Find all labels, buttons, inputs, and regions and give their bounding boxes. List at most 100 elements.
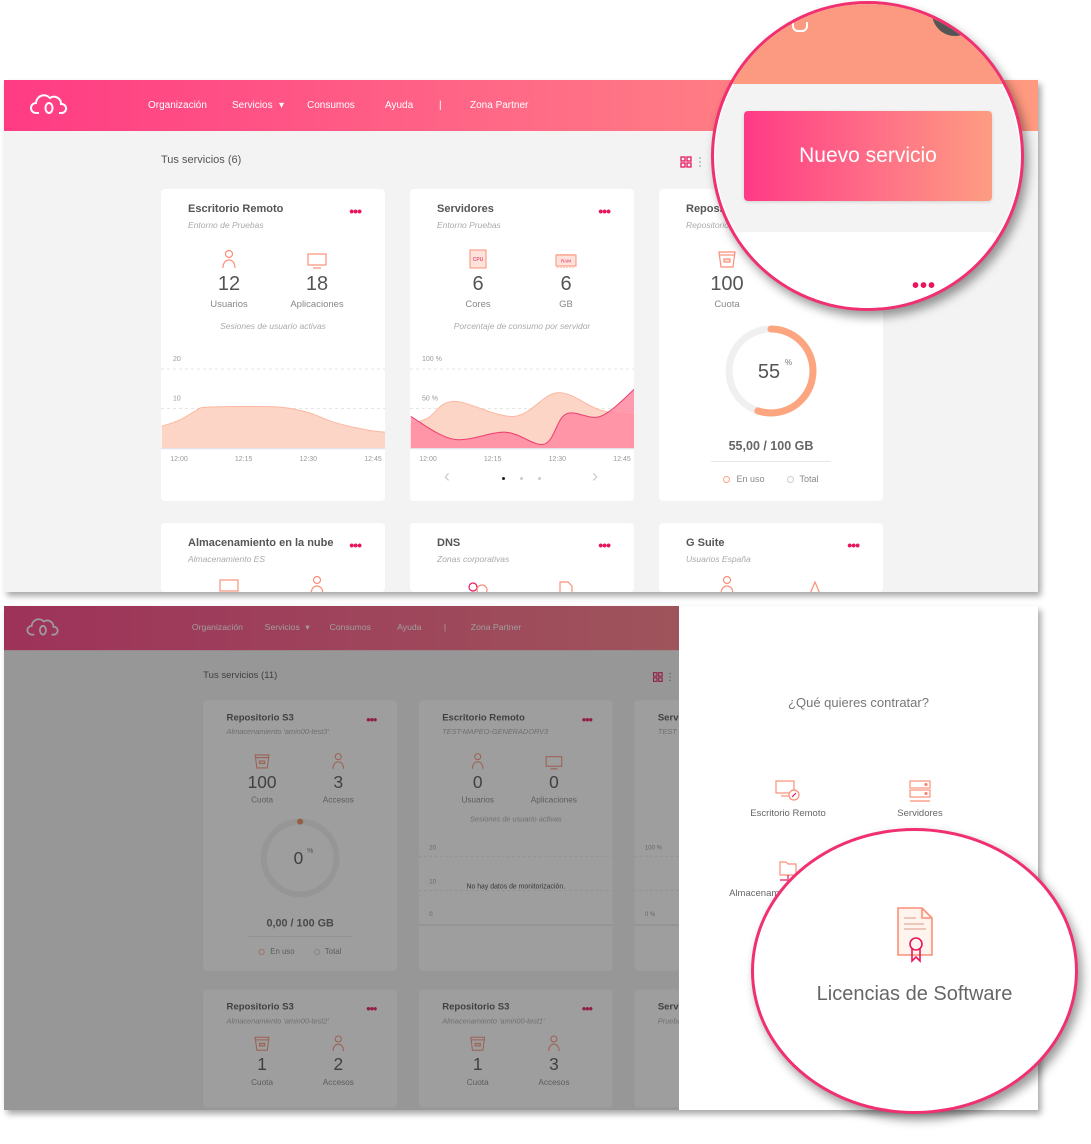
usage-chart: 0102012:0012:1512:3012:45 <box>161 356 385 463</box>
option-label: Escritorio Remoto <box>750 808 826 819</box>
stat-value: 6 <box>560 273 572 295</box>
option-label: Servidores <box>897 808 943 819</box>
percent-value: 55 <box>758 361 780 383</box>
card-subtitle: Zonas corporativas <box>437 554 510 564</box>
drawer-question: ¿Qué quieres contratar? <box>788 695 929 710</box>
x-tick-label: 12:30 <box>300 456 318 463</box>
remote-desktop-icon <box>723 774 853 802</box>
drive-icon <box>785 573 845 592</box>
legend-item: En uso <box>723 474 765 484</box>
nav-item-servicios[interactable]: Servicios <box>232 100 273 111</box>
chevron-left-icon[interactable]: ‹ <box>444 467 450 485</box>
stat-value: 12 <box>217 273 241 295</box>
svg-text:CPU: CPU <box>473 257 484 263</box>
stat-item <box>536 573 596 592</box>
card-title: Escritorio Remoto <box>188 203 284 215</box>
series-area <box>161 406 385 448</box>
document-icon <box>536 573 596 592</box>
new-service-button[interactable]: Nuevo servicio <box>744 111 992 201</box>
nav-item-organizacion[interactable]: Organización <box>148 100 207 111</box>
percent-unit: % <box>785 358 792 367</box>
stat-item: 18 Aplicaciones <box>287 247 347 310</box>
card-stats: 12 Usuarios 18 Aplicaciones <box>161 247 385 310</box>
svg-text:RAM: RAM <box>561 259 571 264</box>
y-tick-label: 20 <box>173 356 181 363</box>
stat-item <box>697 573 757 592</box>
user-icon <box>199 247 259 269</box>
x-tick-label: 12:45 <box>364 456 382 463</box>
card-subtitle: Entorno de Pruebas <box>188 220 264 230</box>
grid-view-icon[interactable] <box>680 155 692 173</box>
nav-item-consumos[interactable]: Consumos <box>307 100 355 111</box>
card-stats <box>659 573 883 592</box>
more-options-icon[interactable]: ••• <box>349 203 362 219</box>
view-toggle <box>680 155 710 173</box>
list-view-icon[interactable] <box>698 155 710 173</box>
x-tick-label: 12:15 <box>235 456 253 463</box>
modal-overlay[interactable] <box>4 606 679 1110</box>
nav-separator: | <box>439 100 442 111</box>
user-icon <box>697 573 757 592</box>
avatar[interactable] <box>932 4 978 36</box>
services-count-title: Tus servicios (6) <box>161 154 242 166</box>
card-stats <box>161 573 385 592</box>
nav-item-ayuda[interactable]: Ayuda <box>385 100 413 111</box>
more-options-icon[interactable]: ••• <box>598 537 611 553</box>
option-label: Licencias de Software <box>816 983 1013 1005</box>
stat-item: RAM 6 GB <box>536 247 596 310</box>
x-tick-label: 12:45 <box>613 456 631 463</box>
magnifier-software-licenses: Licencias de Software <box>751 828 1078 1114</box>
pager-dot[interactable] <box>538 477 541 480</box>
service-card[interactable]: DNS Zonas corporativas ••• <box>410 523 634 592</box>
more-options-icon[interactable]: ••• <box>349 537 362 553</box>
stat-item: CPU 6 Cores <box>448 247 508 310</box>
storage-used: 55,00 / 100 GB <box>728 439 814 453</box>
service-card[interactable]: G Suite Usuarios España ••• <box>659 523 883 592</box>
stat-value: 6 <box>472 273 484 295</box>
card-subtitle: Repositorio <box>686 220 729 230</box>
header-magnified <box>714 4 1021 84</box>
y-tick-label: 100 % <box>422 356 442 363</box>
x-tick-label: 12:00 <box>170 456 188 463</box>
service-card[interactable]: Servidores Entorno Pruebas ••• CPU 6 Cores RAM… <box>410 189 634 501</box>
chart-caption: Sesiones de usuario activas <box>220 321 326 331</box>
monitor-icon <box>287 247 347 269</box>
stat-label: Aplicaciones <box>290 299 344 310</box>
card-title: DNS <box>437 537 461 549</box>
globe-icon <box>448 573 508 592</box>
card-subtitle: Usuarios España <box>686 554 751 564</box>
stat-item <box>785 573 845 592</box>
more-options-icon[interactable]: ••• <box>598 203 611 219</box>
stat-item: 12 Usuarios <box>199 247 259 310</box>
nav-item-zona-partner[interactable]: Zona Partner <box>470 100 528 111</box>
stat-label: Cores <box>465 299 491 310</box>
stat-label: Usuarios <box>210 299 248 310</box>
chevron-right-icon[interactable]: › <box>592 467 598 485</box>
pager-dot[interactable] <box>502 477 505 480</box>
software-licenses-option[interactable]: Licencias de Software <box>754 906 1075 1006</box>
chevron-down-icon[interactable]: ▾ <box>279 100 284 111</box>
x-tick-label: 12:30 <box>549 456 567 463</box>
x-tick-label: 12:15 <box>484 456 502 463</box>
monitor-icon <box>199 573 259 592</box>
usage-donut: 55% <box>725 325 817 417</box>
bell-icon[interactable] <box>792 22 808 32</box>
service-option[interactable]: Servidores <box>855 774 985 819</box>
card-title: Almacenamiento en la nube <box>188 537 334 549</box>
service-option[interactable]: Escritorio Remoto <box>723 774 853 819</box>
service-card[interactable]: Almacenamiento en la nube Almacenamiento … <box>161 523 385 592</box>
card-title: Servidores <box>437 203 494 215</box>
donut-legend: En uso Total <box>659 474 883 484</box>
stat-item <box>287 573 347 592</box>
magnifier-new-service: Nuevo servicio ••• <box>711 1 1024 311</box>
card-subtitle: Entorno Pruebas <box>437 220 501 230</box>
cloud-logo-icon[interactable] <box>30 93 68 120</box>
cpu-icon: CPU <box>448 247 508 269</box>
pager-dot[interactable] <box>520 477 523 480</box>
more-options-icon[interactable]: ••• <box>847 537 860 553</box>
service-card[interactable]: Escritorio Remoto Entorno de Pruebas ••• 12… <box>161 189 385 501</box>
legend-label: Total <box>799 474 819 484</box>
card-stats: CPU 6 Cores RAM 6 GB <box>410 247 634 310</box>
more-options-icon[interactable]: ••• <box>912 276 936 296</box>
legend-swatch <box>786 476 794 483</box>
